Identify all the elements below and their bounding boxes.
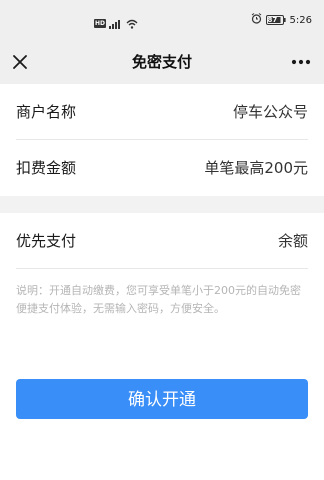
status-indicators: HD bbox=[94, 14, 138, 33]
terms-note: 说明：开通自动缴费，您可享受单笔小于200元的自动免密便捷支付体验，无需输入密码… bbox=[16, 284, 301, 315]
nav-bar: 免密支付 bbox=[0, 40, 324, 84]
status-right: 87 5:26 bbox=[251, 13, 312, 27]
page-title: 免密支付 bbox=[131, 53, 192, 71]
charge-amount-label: 扣费金额 bbox=[16, 159, 77, 177]
priority-payment-label: 优先支付 bbox=[16, 232, 77, 250]
signal-icon bbox=[109, 14, 123, 33]
hd-badge: HD bbox=[94, 19, 107, 28]
merchant-info-card: 商户名称 停车公众号 扣费金额 单笔最高200元 bbox=[0, 84, 324, 196]
merchant-name-value: 停车公众号 bbox=[232, 103, 308, 121]
more-icon bbox=[291, 59, 311, 65]
confirm-activate-button[interactable]: 确认开通 bbox=[16, 379, 308, 419]
more-button[interactable] bbox=[288, 52, 314, 72]
row-divider bbox=[16, 268, 308, 269]
alarm-icon bbox=[251, 13, 262, 27]
charge-amount-row: 扣费金额 单笔最高200元 bbox=[0, 140, 324, 196]
battery-level: 87 bbox=[267, 16, 278, 24]
priority-payment-row[interactable]: 优先支付 余额 bbox=[0, 213, 324, 269]
priority-payment-value: 余额 bbox=[277, 232, 308, 250]
merchant-name-label: 商户名称 bbox=[16, 103, 77, 121]
merchant-name-row: 商户名称 停车公众号 bbox=[0, 84, 324, 140]
clock-time: 5:26 bbox=[289, 14, 312, 26]
payment-preference-card: 优先支付 余额 bbox=[0, 213, 324, 480]
battery-icon: 87 bbox=[265, 15, 286, 25]
charge-amount-value: 单笔最高200元 bbox=[204, 159, 308, 177]
status-bar: HD 87 5:26 bbox=[0, 0, 324, 40]
wifi-icon bbox=[126, 14, 138, 33]
